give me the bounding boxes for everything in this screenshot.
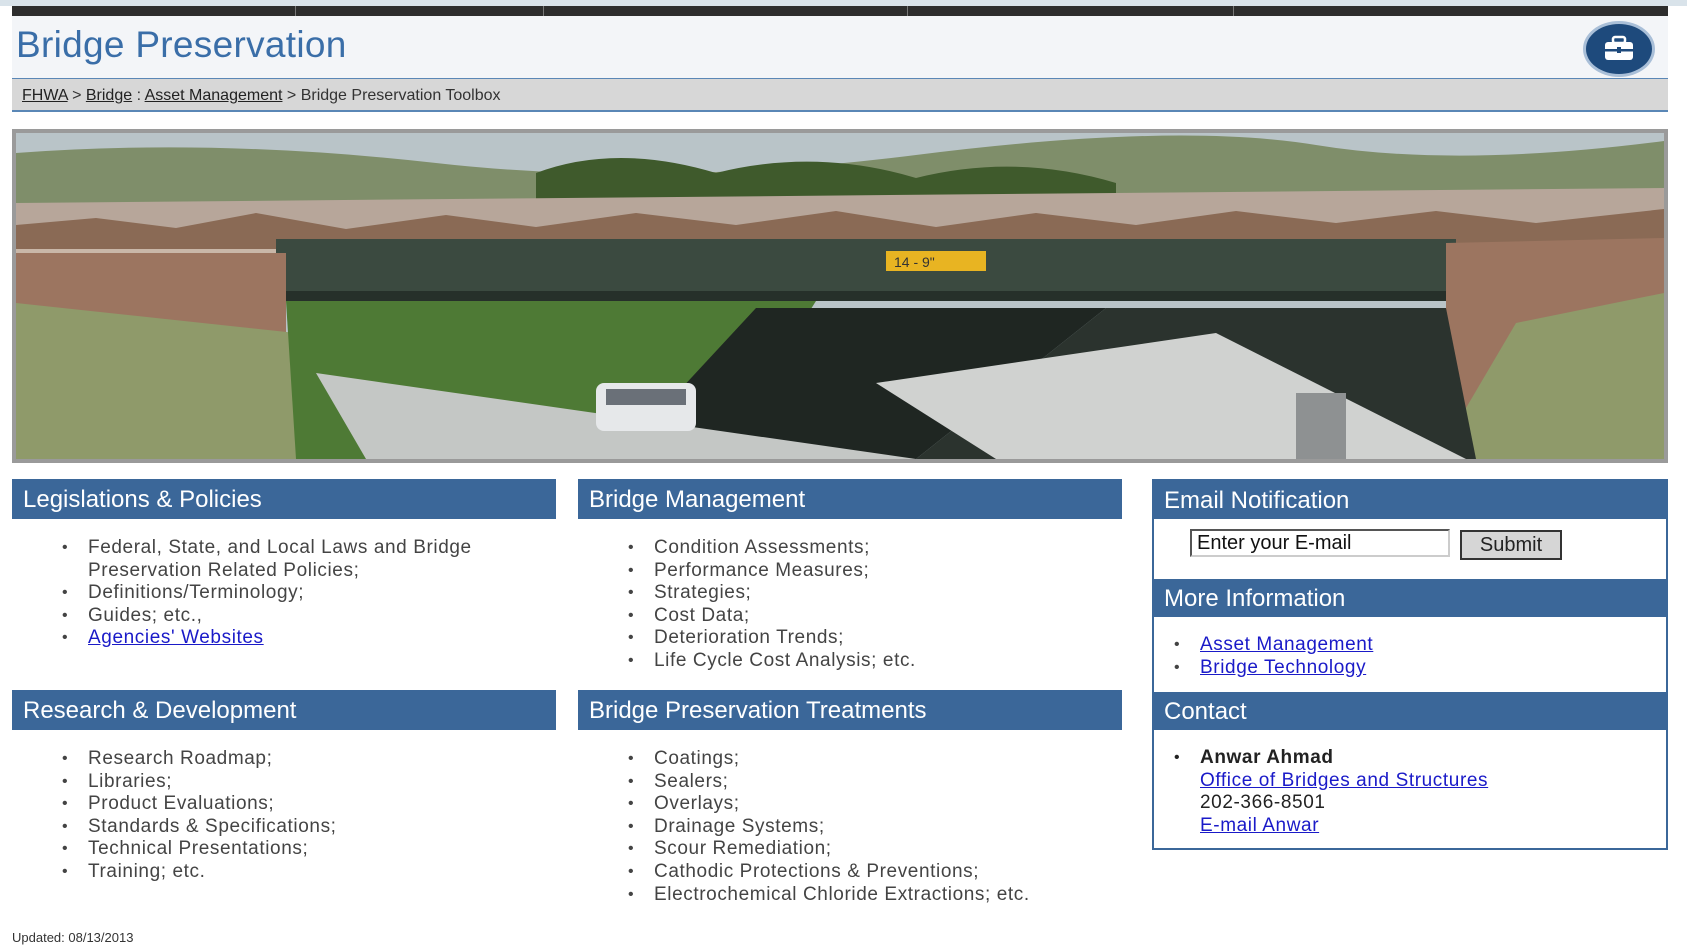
list-item: Bridge Technology [1174,657,1634,680]
email-input[interactable] [1190,529,1450,557]
list-item: Cost Data; [628,605,1128,628]
asset-management-link[interactable]: Asset Management [1200,634,1373,655]
list-item: Overlays; [628,793,1148,816]
contact-item: Anwar Ahmad Office of Bridges and Struct… [1174,747,1644,837]
preservation-treatments-header: Bridge Preservation Treatments [578,690,1122,730]
legislations-policies-list: Federal, State, and Local Laws and Bridg… [62,537,542,650]
bridge-technology-link[interactable]: Bridge Technology [1200,657,1366,678]
list-item: Research Roadmap; [62,748,542,771]
clearance-sign-text: 14 - 9" [894,254,935,270]
legislations-policies-header: Legislations & Policies [12,479,556,519]
list-item: Drainage Systems; [628,816,1148,839]
list-item: Electrochemical Chloride Extractions; et… [628,884,1148,907]
breadcrumb-current: Bridge Preservation Toolbox [300,87,501,104]
breadcrumb-fhwa[interactable]: FHWA [22,87,68,104]
more-information-header: More Information [1154,579,1666,617]
agencies-websites-link[interactable]: Agencies' Websites [88,627,264,648]
research-development-list: Research Roadmap; Libraries; Product Eva… [62,748,542,884]
list-item: Product Evaluations; [62,793,542,816]
breadcrumb-separator: : [136,87,142,104]
bridge-photo: 14 - 9" [16,133,1664,459]
more-information-list: Asset Management Bridge Technology [1174,634,1634,679]
nav-separator [907,6,908,16]
list-item: Coatings; [628,748,1148,771]
list-item: Definitions/Terminology; [62,582,542,605]
list-item: Training; etc. [62,861,542,884]
breadcrumb-bridge[interactable]: Bridge [86,87,132,104]
list-item: Life Cycle Cost Analysis; etc. [628,650,1128,673]
email-contact-link[interactable]: E-mail Anwar [1200,815,1319,836]
list-item: Agencies' Websites [62,627,542,650]
list-item: Federal, State, and Local Laws and Bridg… [62,537,542,582]
bridge-management-header: Bridge Management [578,479,1122,519]
contact-list: Anwar Ahmad Office of Bridges and Struct… [1174,747,1644,837]
research-development-header: Research & Development [12,690,556,730]
nav-separator [295,6,296,16]
nav-separator [543,6,544,16]
toolbox-button[interactable] [1586,24,1652,74]
list-item: Technical Presentations; [62,838,542,861]
contact-header: Contact [1154,692,1666,730]
list-item: Strategies; [628,582,1128,605]
list-item: Cathodic Protections & Preventions; [628,861,1148,884]
list-item: Libraries; [62,771,542,794]
contact-phone: 202-366-8501 [1200,792,1326,814]
list-item: Condition Assessments; [628,537,1128,560]
page-title: Bridge Preservation [16,24,347,65]
nav-separator [1233,6,1234,16]
list-item: Guides; etc., [62,605,542,628]
list-item: Asset Management [1174,634,1634,657]
list-item: Performance Measures; [628,560,1128,583]
hero-banner: 14 - 9" [12,129,1668,463]
list-item: Deterioration Trends; [628,627,1128,650]
list-item: Sealers; [628,771,1148,794]
sidebar-box: Email Notification Submit More Informati… [1152,479,1668,850]
page-header: Bridge Preservation [12,16,1668,78]
breadcrumb-asset-management[interactable]: Asset Management [145,87,283,104]
list-item: Scour Remediation; [628,838,1148,861]
email-notification-header: Email Notification [1154,481,1666,519]
breadcrumb: FHWA > Bridge : Asset Management > Bridg… [12,78,1668,112]
top-navigation-bar[interactable] [12,6,1668,16]
preservation-treatments-list: Coatings; Sealers; Overlays; Drainage Sy… [628,748,1148,906]
list-item: Standards & Specifications; [62,816,542,839]
toolbox-icon [1605,35,1633,60]
breadcrumb-separator: > [286,87,297,104]
bridge-management-list: Condition Assessments; Performance Measu… [628,537,1128,673]
contact-name: Anwar Ahmad [1200,747,1334,768]
breadcrumb-separator: > [72,87,82,104]
submit-button[interactable]: Submit [1460,530,1562,560]
office-link[interactable]: Office of Bridges and Structures [1200,770,1488,791]
